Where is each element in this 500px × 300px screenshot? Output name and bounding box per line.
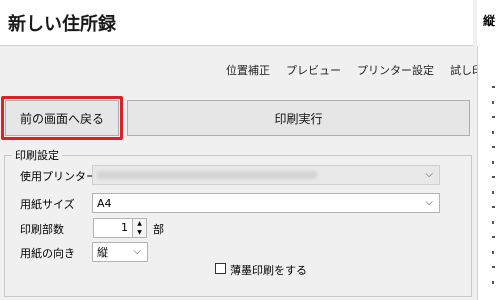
address-list-strip: [488, 80, 500, 300]
print-settings-title: 印刷設定: [12, 147, 62, 163]
printer-select[interactable]: ⌵: [92, 165, 440, 185]
copies-stepper[interactable]: 1 ▲ ▼: [93, 218, 147, 238]
printer-label: 使用プリンター: [20, 170, 97, 183]
page-title: 新しい住所録: [8, 14, 116, 35]
chevron-down-icon: ⌵: [425, 169, 433, 180]
toolbar-menu: 位置補正 プレビュー プリンター設定 試し印刷: [226, 62, 494, 78]
chevron-down-icon: ⌵: [425, 197, 433, 208]
title-bar: 新しい住所録: [0, 0, 473, 46]
light-print-label: 薄墨印刷をする: [230, 264, 307, 277]
list-mark: [492, 191, 494, 194]
stepper-arrows: ▲ ▼: [133, 218, 147, 238]
chevron-down-icon: ⌵: [133, 246, 141, 257]
orientation-label: 用紙の向き: [20, 247, 75, 260]
list-mark: [492, 221, 494, 224]
list-mark: [492, 101, 494, 104]
stepper-up-icon[interactable]: ▲: [133, 219, 146, 228]
copies-unit: 部: [153, 223, 164, 236]
light-print-checkbox[interactable]: [215, 263, 226, 274]
list-mark: [492, 146, 495, 148]
copies-input[interactable]: 1: [93, 218, 133, 238]
printer-name-blurred: [97, 171, 317, 179]
list-mark: [492, 131, 494, 134]
orientation-value: 縦: [97, 246, 108, 259]
stepper-down-icon[interactable]: ▼: [133, 228, 146, 237]
right-pane-title: 縦: [483, 14, 496, 28]
paper-size-select[interactable]: A4 ⌵: [92, 193, 440, 213]
print-execute-button[interactable]: 印刷実行: [127, 100, 470, 136]
list-mark: [492, 281, 494, 284]
paper-size-label: 用紙サイズ: [20, 198, 75, 211]
list-mark: [492, 116, 495, 118]
list-mark: [492, 86, 495, 88]
menu-preview[interactable]: プレビュー: [286, 62, 341, 78]
list-mark: [492, 161, 494, 164]
list-mark: [492, 236, 495, 238]
menu-position-adjust[interactable]: 位置補正: [226, 62, 270, 78]
orientation-select[interactable]: 縦 ⌵: [92, 242, 148, 262]
menu-printer-settings[interactable]: プリンター設定: [357, 62, 434, 78]
list-mark: [492, 176, 495, 178]
list-mark: [492, 266, 495, 268]
list-mark: [492, 206, 495, 208]
copies-label: 印刷部数: [20, 223, 64, 236]
list-mark: [492, 251, 494, 254]
paper-size-value: A4: [97, 196, 112, 210]
highlight-frame: [1, 96, 123, 140]
